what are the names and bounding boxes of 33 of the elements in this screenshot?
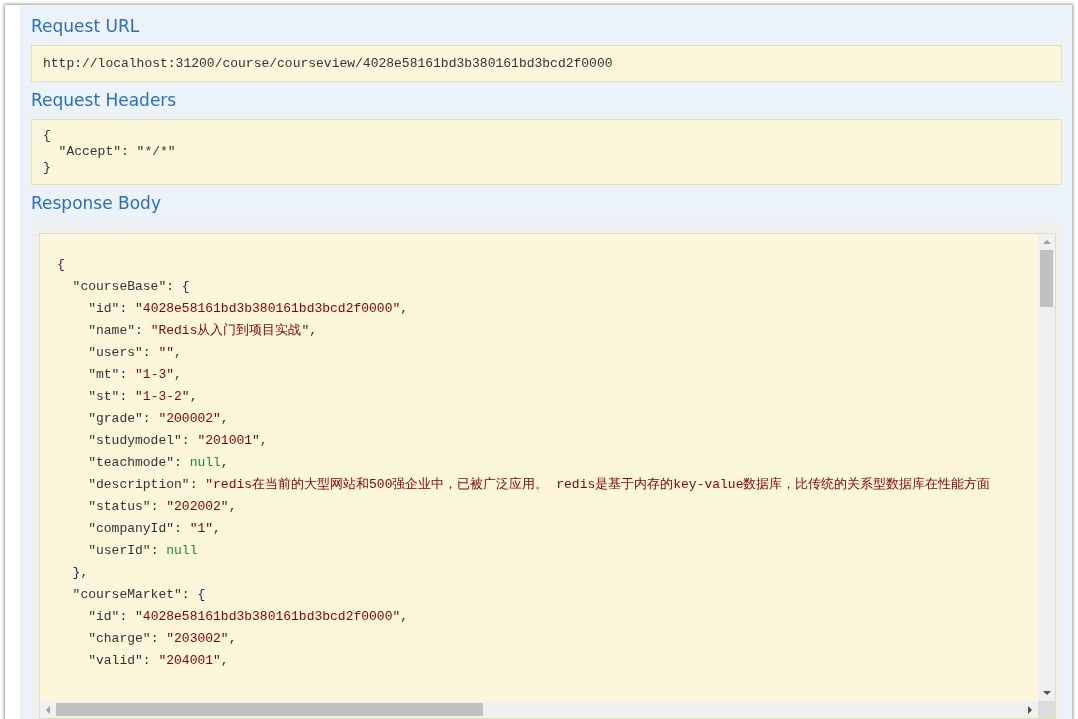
scroll-up-icon[interactable] [1042,240,1051,244]
code-line: "teachmode": null, [87,454,230,472]
scrollbar-thumb[interactable] [1040,250,1053,307]
code-line: "users": "", [87,344,183,362]
code-line: "courseMarket": { [71,586,207,604]
scrollbar-thumb[interactable] [56,703,483,716]
scroll-down-icon[interactable] [1042,691,1051,695]
url-text: http://localhost:31200/course/courseview/4028e58161bd3b380161bd3bcd2f0000 [43,55,614,73]
section-heading: Response Body [31,192,162,215]
code-line: "grade": "200002", [87,410,230,428]
code-line: "description": "redis在当前的大型网站和500强企业中，已被广泛应用。 redis是基于内存的key-value数据库，比传统的关系型数据库在性能方面 [87,476,992,494]
code-line: "valid": "204001", [87,652,230,670]
code-line: "Accept": "*/*" [57,144,177,160]
code-line: "companyId": "1", [87,520,222,538]
code-line: "studymodel": "201001", [87,432,269,450]
code-line: "courseBase": { [71,278,191,296]
code-line: "id": "4028e58161bd3b380161bd3bcd2f0000", [87,608,410,626]
code-line: { [43,128,52,144]
code-line: "name": "Redis从入门到项目实战", [87,322,319,340]
code-line: "st": "1-3-2", [87,388,199,406]
code-line: "mt": "1-3", [87,366,183,384]
code-line: "status": "202002", [87,498,238,516]
scroll-left-icon[interactable] [46,705,50,714]
code-line: "charge": "203002", [87,630,238,648]
section-heading: Request Headers [31,89,178,112]
section-heading: Request URL [31,15,141,38]
code-line: "id": "4028e58161bd3b380161bd3bcd2f0000", [87,300,410,318]
scrollbar-corner [1038,701,1055,718]
code-line: "userId": null [87,542,199,560]
code-line: { [57,256,66,274]
code-line: } [43,160,52,176]
scroll-right-icon[interactable] [1028,705,1032,714]
code-line: }, [71,564,90,582]
